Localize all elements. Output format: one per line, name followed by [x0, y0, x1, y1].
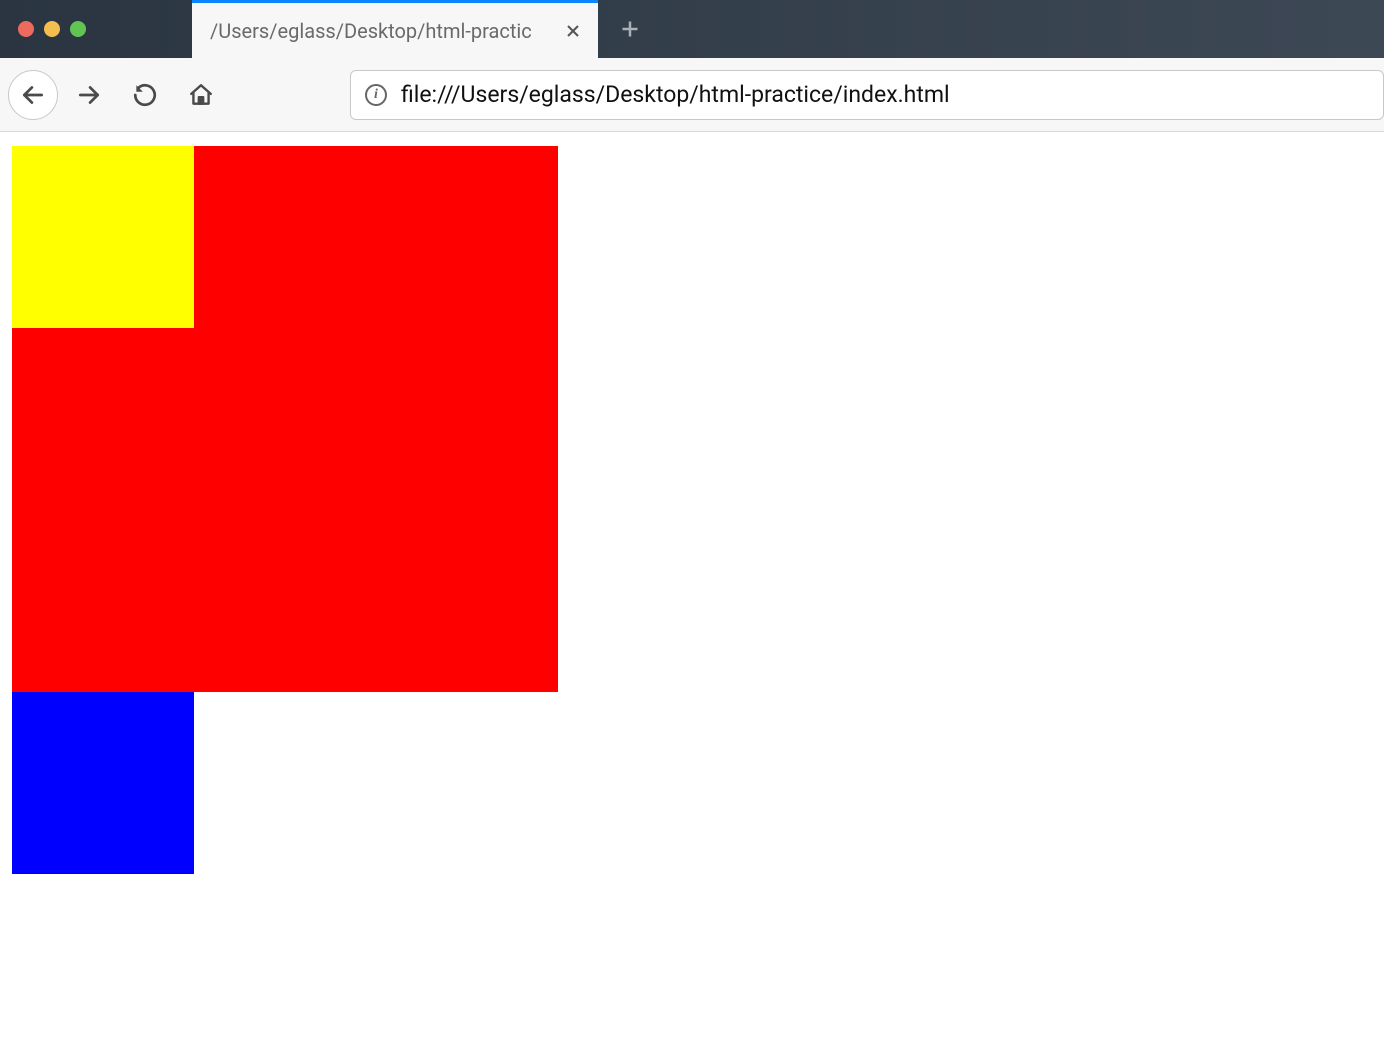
- back-button[interactable]: [8, 70, 58, 120]
- site-info-icon[interactable]: i: [365, 84, 387, 106]
- close-tab-button[interactable]: [562, 20, 584, 42]
- toolbar: i file:///Users/eglass/Desktop/html-prac…: [0, 58, 1384, 132]
- browser-tab[interactable]: /Users/eglass/Desktop/html-practic: [192, 0, 598, 58]
- address-bar[interactable]: i file:///Users/eglass/Desktop/html-prac…: [350, 70, 1384, 120]
- window-controls: [0, 21, 86, 37]
- plus-icon: [620, 19, 640, 39]
- reload-icon: [132, 82, 158, 108]
- tab-title: /Users/eglass/Desktop/html-practic: [210, 19, 554, 43]
- titlebar: /Users/eglass/Desktop/html-practic: [0, 0, 1384, 58]
- home-button[interactable]: [176, 70, 226, 120]
- arrow-right-icon: [76, 82, 102, 108]
- url-text: file:///Users/eglass/Desktop/html-practi…: [401, 81, 950, 108]
- window-maximize-button[interactable]: [70, 21, 86, 37]
- home-icon: [188, 82, 214, 108]
- red-box: [12, 146, 558, 692]
- page-content: [0, 132, 1384, 888]
- window-close-button[interactable]: [18, 21, 34, 37]
- close-icon: [565, 23, 581, 39]
- arrow-left-icon: [20, 82, 46, 108]
- forward-button[interactable]: [64, 70, 114, 120]
- window-minimize-button[interactable]: [44, 21, 60, 37]
- new-tab-button[interactable]: [615, 14, 645, 44]
- yellow-box: [12, 146, 194, 328]
- blue-box: [12, 692, 194, 874]
- reload-button[interactable]: [120, 70, 170, 120]
